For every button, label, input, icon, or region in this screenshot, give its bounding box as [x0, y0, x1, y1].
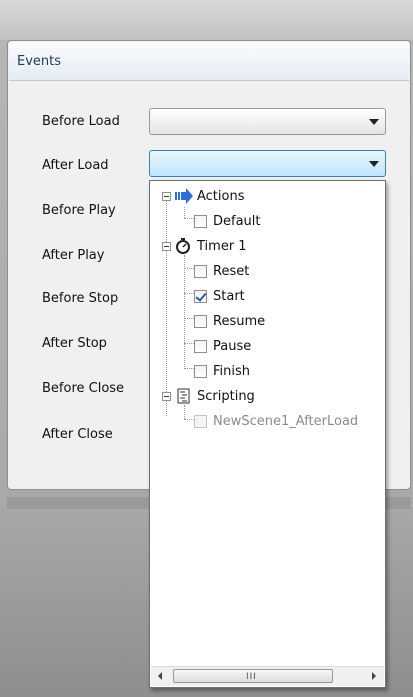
tree-item-reset[interactable]: Reset [194, 261, 249, 281]
events-panel-header: Events [9, 42, 409, 81]
horizontal-scrollbar[interactable]: III [151, 666, 384, 686]
after-close-label: After Close [42, 427, 113, 442]
scrollbar-grip: III [246, 672, 257, 682]
tree-connector [184, 218, 194, 219]
before-stop-label: Before Stop [42, 291, 119, 306]
tree-connector [184, 419, 194, 420]
tree-connector [184, 207, 185, 218]
tree-node-label: Scripting [197, 388, 255, 404]
chevron-down-icon [369, 161, 379, 167]
tree-connector [166, 196, 167, 416]
tree-node-actions[interactable]: Actions [162, 186, 245, 206]
window-title-strip [0, 0, 413, 40]
checkbox-checked[interactable] [194, 289, 207, 303]
tree-item-label: Resume [213, 313, 266, 329]
collapse-icon[interactable] [162, 391, 171, 401]
panel-title: Events [17, 54, 62, 69]
before-close-label: Before Close [42, 381, 125, 396]
tree-connector [184, 318, 194, 319]
scroll-left-button[interactable] [153, 668, 170, 685]
scroll-right-button[interactable] [365, 668, 382, 685]
chevron-down-icon [369, 119, 379, 125]
tree-node-scripting[interactable]: Scripting [162, 386, 255, 406]
arrow-right-icon [175, 188, 193, 204]
after-stop-label: After Stop [42, 336, 107, 351]
tree-item-label: Pause [213, 338, 252, 354]
tree-item-label: Reset [213, 263, 250, 279]
checkbox[interactable] [194, 314, 207, 328]
checkbox[interactable] [194, 364, 207, 378]
after-load-combo[interactable] [149, 150, 386, 177]
stopwatch-icon [175, 238, 193, 254]
tree-item-finish[interactable]: Finish [194, 361, 250, 381]
event-tree: Actions Default Timer 1 Reset Start Resu… [150, 181, 385, 661]
tree-connector [184, 343, 194, 344]
checkbox[interactable] [194, 339, 207, 353]
tree-item-label: Finish [213, 363, 251, 379]
tree-item-default[interactable]: Default [194, 211, 261, 231]
tree-item-start[interactable]: Start [194, 286, 245, 306]
tree-node-label: Actions [197, 188, 245, 204]
tree-item-label: Default [213, 213, 261, 229]
checkbox[interactable] [194, 214, 207, 228]
tree-connector [184, 293, 194, 294]
scrollbar-thumb[interactable]: III [173, 669, 333, 683]
tree-item-label: NewScene1_AfterLoad [213, 413, 359, 429]
before-load-combo[interactable] [149, 108, 386, 135]
checkbox-disabled [194, 414, 207, 428]
script-icon [175, 388, 193, 404]
tree-item-newscene1-afterload: NewScene1_AfterLoad [194, 411, 358, 431]
tree-connector [184, 255, 185, 369]
tree-connector [184, 368, 194, 369]
tree-item-pause[interactable]: Pause [194, 336, 251, 356]
tree-item-label: Start [213, 288, 245, 304]
collapse-icon[interactable] [162, 191, 171, 201]
after-play-label: After Play [42, 248, 105, 263]
before-play-label: Before Play [42, 203, 116, 218]
tree-node-timer-1[interactable]: Timer 1 [162, 236, 247, 256]
after-load-dropdown-list[interactable]: Actions Default Timer 1 Reset Start Resu… [149, 180, 386, 688]
collapse-icon[interactable] [162, 241, 171, 251]
tree-connector [184, 268, 194, 269]
tree-node-label: Timer 1 [197, 238, 247, 254]
before-load-label: Before Load [42, 114, 120, 129]
checkbox[interactable] [194, 264, 207, 278]
tree-item-resume[interactable]: Resume [194, 311, 265, 331]
after-load-label: After Load [42, 158, 109, 173]
tree-connector [184, 405, 185, 419]
